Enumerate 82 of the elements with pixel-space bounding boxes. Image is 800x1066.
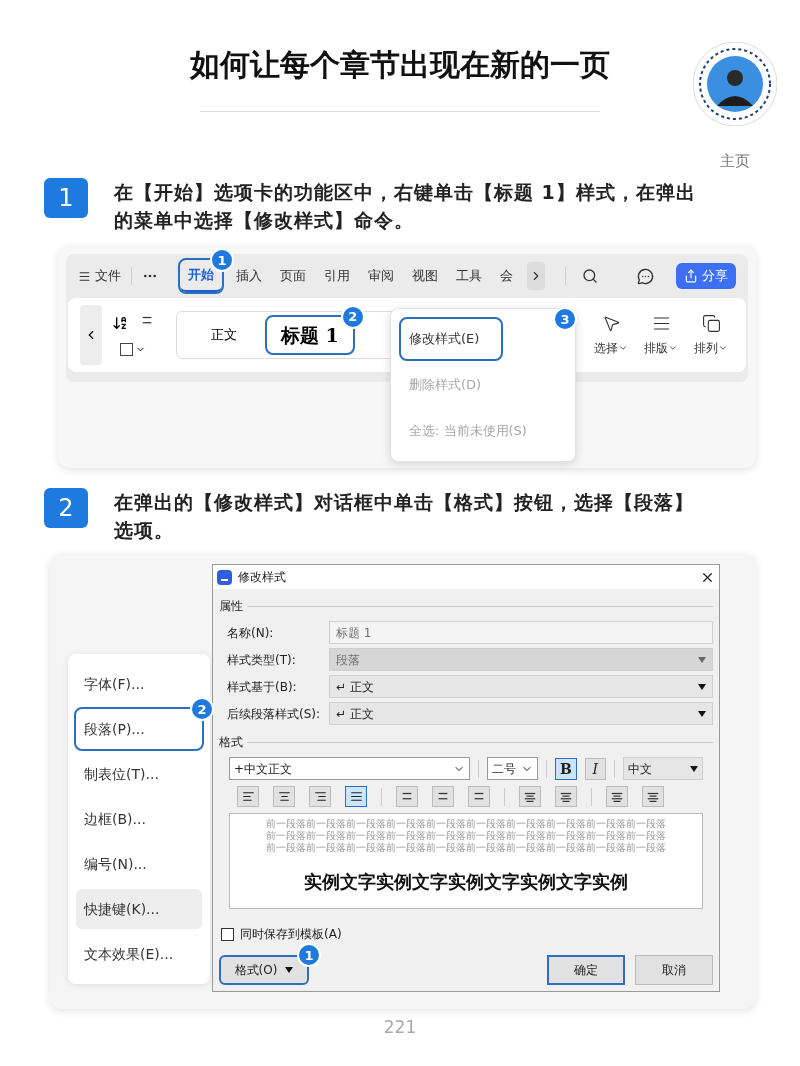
select-field[interactable]: ↵ 正文 — [329, 675, 713, 698]
spacing-button[interactable] — [432, 786, 454, 807]
sample-text: 实例文字实例文字实例文字实例文字实例 — [304, 870, 628, 894]
cancel-button[interactable]: 取消 — [635, 955, 713, 985]
line-spacing-icon — [559, 790, 573, 803]
menu-item[interactable]: 编号(N)... — [76, 844, 202, 884]
sort-icon[interactable] — [112, 314, 128, 331]
field-label: 样式类型(T): — [226, 651, 297, 669]
scroll-right-button[interactable] — [527, 262, 545, 290]
step-number: 2 — [44, 488, 88, 528]
caret-icon — [698, 683, 706, 690]
step-number: 1 — [44, 178, 88, 218]
align-button[interactable] — [237, 786, 259, 807]
caret-icon — [690, 765, 698, 772]
ribbon-tab[interactable]: 插入 — [232, 260, 266, 292]
align-justify-icon — [349, 790, 363, 803]
indent-button[interactable] — [642, 786, 664, 807]
group-label: 格式 — [219, 734, 243, 751]
ok-button[interactable]: 确定 — [547, 955, 625, 985]
checkbox[interactable] — [221, 927, 234, 941]
border-icon[interactable] — [120, 342, 133, 356]
style-item[interactable]: 正文 — [211, 325, 237, 345]
tool-button[interactable]: 选择 — [594, 313, 628, 357]
italic-button[interactable]: I — [584, 757, 606, 780]
bold-button[interactable]: B — [555, 757, 577, 780]
step-badge: 3 — [553, 307, 577, 331]
field-label: 样式基于(B): — [226, 678, 298, 696]
ribbon-tab[interactable]: 会 — [496, 260, 517, 292]
indent-button[interactable] — [606, 786, 628, 807]
step-badge: 2 — [190, 697, 214, 721]
group-label: 属性 — [219, 598, 243, 615]
overlap-squares-icon — [701, 313, 721, 333]
spacing-button[interactable] — [396, 786, 418, 807]
ribbon-tab[interactable]: 页面 — [276, 260, 310, 292]
step-instruction: 在【开始】选项卡的功能区中，右键单击【标题 1】样式，在弹出的菜单中选择【修改样式】命令。 — [114, 180, 697, 233]
font-select[interactable]: +中文正文 — [229, 757, 471, 780]
indent-icon — [610, 790, 624, 803]
align-button[interactable] — [345, 786, 367, 807]
line-spacing-button[interactable] — [555, 786, 577, 807]
script-select[interactable]: 中文 — [623, 757, 703, 780]
field-label: 后续段落样式(S): — [226, 705, 322, 723]
menu-item[interactable]: 文本效果(E)... — [76, 934, 202, 974]
file-tab[interactable]: 文件 — [78, 266, 121, 286]
step-instruction: 在弹出的【修改样式】对话框中单击【格式】按钮，选择【段落】选项。 — [114, 490, 695, 543]
page-number: 221 — [383, 1016, 417, 1039]
field-label: 名称(N): — [226, 624, 275, 642]
line-spacing-button[interactable] — [519, 786, 541, 807]
align-right-icon — [313, 790, 327, 803]
select-field[interactable]: ↵ 正文 — [329, 702, 713, 725]
profile-link[interactable]: 主页 — [720, 150, 750, 173]
caret-icon — [285, 967, 294, 973]
step-badge: 1 — [297, 943, 321, 967]
ribbon-tab[interactable]: 工具 — [452, 260, 486, 292]
menu-item[interactable]: 制表位(T)... — [76, 754, 202, 794]
menu-item[interactable]: 修改样式(E) — [401, 319, 501, 359]
indent-icon — [646, 790, 660, 803]
window-title: 修改样式 — [238, 569, 286, 586]
align-left-icon — [241, 790, 255, 803]
chat-icon[interactable] — [637, 267, 654, 285]
ribbon-tab[interactable]: 引用 — [320, 260, 354, 292]
tool-button[interactable]: 排版 — [644, 313, 678, 357]
search-icon[interactable] — [582, 268, 598, 284]
step-badge: 2 — [340, 304, 365, 329]
menu-item[interactable]: 快捷键(K)... — [76, 889, 202, 929]
checkbox-label: 同时保存到模板(A) — [240, 926, 342, 943]
align-center-icon — [277, 790, 291, 803]
ribbon-tab[interactable]: 视图 — [408, 260, 442, 292]
line-spacing-icon — [523, 790, 537, 803]
app-logo-icon — [217, 569, 232, 585]
caret-icon — [698, 710, 706, 717]
tool-button[interactable]: 排列 — [694, 313, 728, 357]
share-icon — [684, 269, 698, 283]
page-title: 如何让每个章节出现在新的一页 — [190, 46, 610, 84]
spacing-button[interactable] — [468, 786, 490, 807]
ribbon-tab[interactable]: 审阅 — [364, 260, 398, 292]
caret-icon — [698, 656, 706, 663]
size-select[interactable]: 二号 — [487, 757, 539, 780]
share-button[interactable]: 分享 — [676, 263, 736, 289]
align-button[interactable] — [309, 786, 331, 807]
menu-item[interactable]: 边框(B)... — [76, 799, 202, 839]
menu-icon — [78, 269, 91, 283]
align-button[interactable] — [273, 786, 295, 807]
